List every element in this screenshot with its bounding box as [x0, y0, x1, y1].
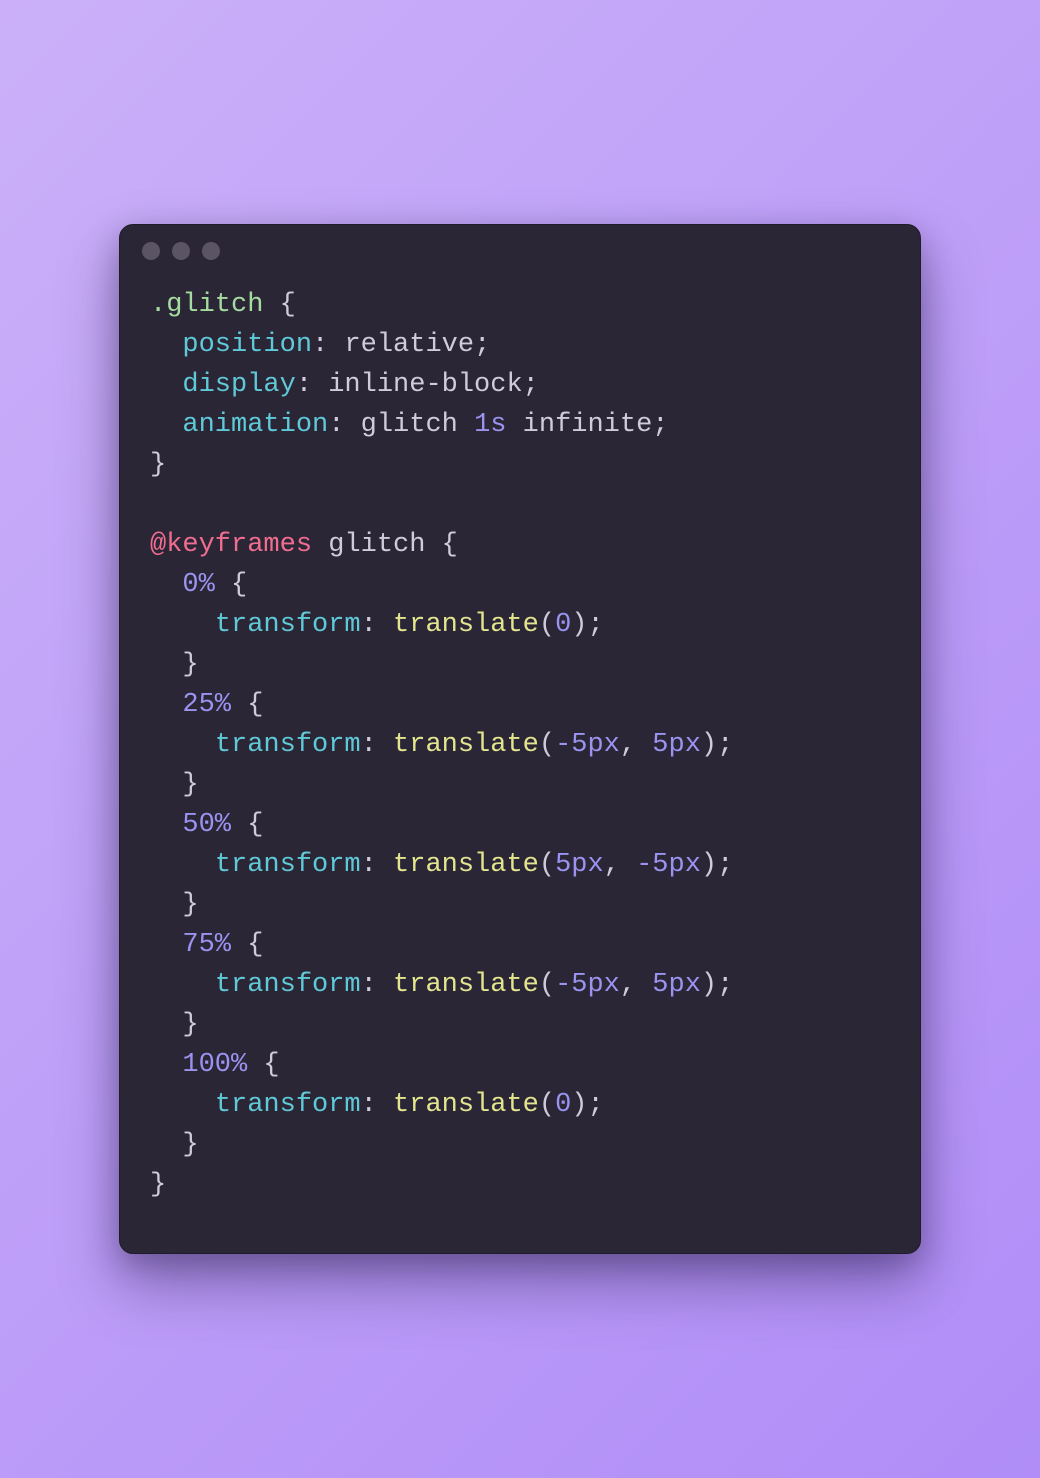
- traffic-light-zoom-icon[interactable]: [202, 242, 220, 260]
- window-titlebar: [120, 225, 920, 277]
- code-window: .glitch { position: relative; display: i…: [119, 224, 921, 1254]
- traffic-light-close-icon[interactable]: [142, 242, 160, 260]
- traffic-light-minimize-icon[interactable]: [172, 242, 190, 260]
- code-content: .glitch { position: relative; display: i…: [120, 277, 920, 1205]
